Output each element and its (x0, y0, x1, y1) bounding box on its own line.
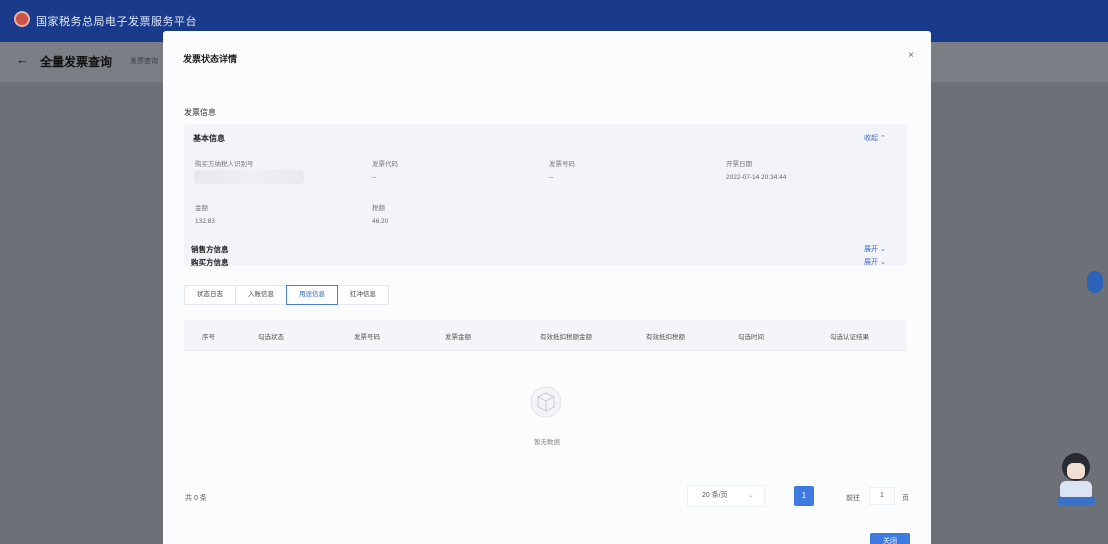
field-value: -- (372, 174, 377, 181)
back-arrow-icon[interactable]: ← (16, 52, 29, 67)
column-header: 序号 (202, 334, 215, 341)
table-divider (184, 350, 906, 351)
side-float-button[interactable] (1087, 271, 1103, 293)
goto-label: 前往 (846, 495, 860, 502)
empty-state-text: 暂无数据 (534, 439, 560, 446)
close-icon[interactable]: × (904, 49, 918, 63)
expand-toggle-buyer[interactable]: 展开 ⌄ (864, 257, 886, 267)
field-label: 购买方纳税人识别号 (195, 161, 254, 168)
column-header: 勾选认证结果 (830, 334, 869, 341)
field-label: 发票代码 (372, 161, 398, 168)
collapse-toggle[interactable]: 收起 ⌃ (864, 133, 886, 143)
chevron-down-icon: ⌄ (748, 492, 754, 499)
field-value: 132.83 (195, 218, 215, 225)
column-header: 有效抵扣税额 (646, 334, 685, 341)
app-title: 国家税务总局电子发票服务平台 (36, 16, 197, 28)
invoice-status-dialog: 发票状态详情 × 发票信息 基本信息 收起 ⌃ 购买方纳税人识别号 发票代码 -… (163, 31, 931, 544)
tab-status-log[interactable]: 状态日志 (184, 285, 236, 305)
column-header: 勾选状态 (258, 334, 284, 341)
empty-box-icon (530, 386, 562, 418)
tab-usage-info[interactable]: 用途信息 (286, 285, 338, 305)
total-count: 共 0 条 (185, 495, 207, 502)
field-value: 2022-07-14 20:34:44 (726, 174, 787, 181)
redacted-value (194, 170, 304, 184)
field-value: -- (549, 174, 554, 181)
field-label: 发票号码 (549, 161, 575, 168)
column-header: 发票金额 (445, 334, 471, 341)
field-value: 46.20 (372, 218, 389, 225)
table-header: 序号 勾选状态 发票号码 发票金额 有效抵扣税额金额 有效抵扣税额 勾选时间 勾… (184, 320, 906, 350)
field-label: 开票日期 (726, 161, 752, 168)
page-breadcrumb: 发票查询 (130, 58, 158, 65)
page-size-value: 20 条/页 (702, 492, 728, 499)
expand-toggle-seller[interactable]: 展开 ⌄ (864, 244, 886, 254)
dialog-title: 发票状态详情 (183, 54, 238, 64)
page-button-current[interactable]: 1 (794, 486, 814, 506)
field-label: 税额 (372, 205, 385, 212)
assistant-avatar-icon[interactable] (1057, 453, 1095, 505)
info-panel: 基本信息 收起 ⌃ 购买方纳税人识别号 发票代码 -- 发票号码 -- 开票日期… (184, 124, 906, 267)
goto-suffix: 页 (902, 495, 909, 502)
column-header: 勾选时间 (738, 334, 764, 341)
seller-info-title: 销售方信息 (191, 245, 229, 254)
tab-red-flush-info[interactable]: 红冲信息 (337, 285, 389, 305)
detail-tabs: 状态日志 入账信息 用途信息 红冲信息 (184, 285, 389, 305)
section-title-invoice-info: 发票信息 (184, 108, 216, 117)
column-header: 有效抵扣税额金额 (540, 334, 592, 341)
column-header: 发票号码 (354, 334, 380, 341)
tab-entry-info[interactable]: 入账信息 (235, 285, 287, 305)
basic-info-title: 基本信息 (193, 134, 225, 143)
field-label: 金额 (195, 205, 208, 212)
goto-page-input[interactable]: 1 (869, 487, 895, 505)
close-button[interactable]: 关闭 (870, 533, 910, 544)
page-title: 全量发票查询 (40, 55, 113, 69)
emblem-logo (14, 11, 30, 27)
page-size-select[interactable]: 20 条/页 ⌄ (687, 485, 765, 507)
buyer-info-title: 购买方信息 (191, 258, 229, 267)
